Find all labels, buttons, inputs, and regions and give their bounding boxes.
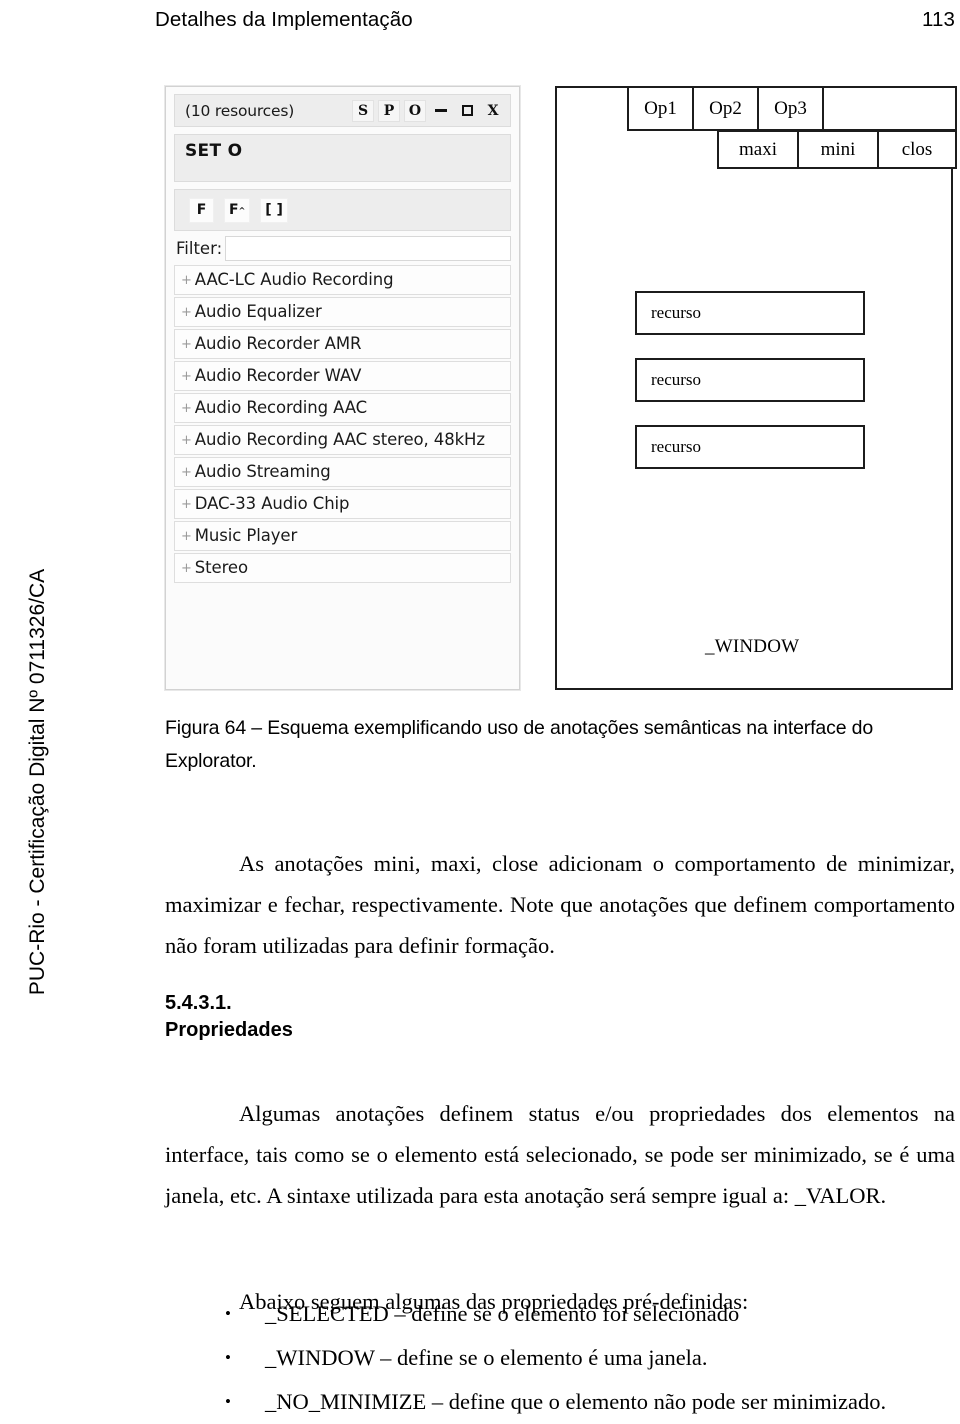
list-item[interactable]: + Audio Recorder WAV xyxy=(174,361,511,391)
option-tab-op3[interactable]: Op3 xyxy=(757,86,824,131)
expand-icon[interactable]: + xyxy=(181,337,195,352)
maximize-icon xyxy=(461,105,473,116)
list-item: • _SELECTED – define se o elemento foi se… xyxy=(165,1292,955,1336)
filter-input[interactable] xyxy=(225,236,511,261)
page-header: Detalhes da Implementação 113 xyxy=(155,8,955,32)
expand-icon[interactable]: + xyxy=(181,529,195,544)
list-item-label: Audio Recording AAC stereo, 48kHz xyxy=(194,430,485,449)
list-item-label: Audio Recorder WAV xyxy=(194,366,362,385)
o-button[interactable]: O xyxy=(404,99,426,122)
annotation-maxi[interactable]: maxi xyxy=(717,130,799,169)
list-item[interactable]: + Stereo xyxy=(174,553,511,583)
resource-box[interactable]: recurso xyxy=(635,425,865,469)
list-item-label: _WINDOW – define se o elemento é uma jan… xyxy=(265,1345,708,1370)
expand-icon[interactable]: + xyxy=(181,465,195,480)
property-bullet-list: • _SELECTED – define se o elemento foi se… xyxy=(165,1292,955,1424)
annotation-schematic: Op1 Op2 Op3 maxi mini clos recurso recur… xyxy=(555,86,957,690)
superscript-marker: ^ xyxy=(238,205,246,215)
expand-icon[interactable]: + xyxy=(181,369,195,384)
list-item-label: Music Player xyxy=(194,526,298,545)
section-heading: 5.4.3.1. Propriedades xyxy=(165,990,293,1044)
section-number: 5.4.3.1. xyxy=(165,992,232,1014)
bullet-icon: • xyxy=(225,1392,231,1411)
page-number: 113 xyxy=(922,8,955,31)
list-item[interactable]: + Audio Recording AAC stereo, 48kHz xyxy=(174,425,511,455)
list-item[interactable]: + Music Player xyxy=(174,521,511,551)
close-button[interactable]: X xyxy=(482,99,504,122)
f-sup-button[interactable]: F ^ xyxy=(224,197,251,223)
list-item: • _NO_MINIMIZE – define que o elemento nã… xyxy=(165,1380,955,1424)
list-item-label: AAC-LC Audio Recording xyxy=(194,270,394,289)
annotation-mini[interactable]: mini xyxy=(797,130,879,169)
expand-icon[interactable]: + xyxy=(181,561,195,576)
s-button[interactable]: S xyxy=(352,99,374,122)
paragraph-properties: Algumas anotações definem status e/ou pr… xyxy=(165,1100,955,1208)
p-button[interactable]: P xyxy=(378,99,400,122)
maximize-button[interactable] xyxy=(456,99,478,122)
app-titlebar: (10 resources) S P O X xyxy=(174,94,511,127)
expand-icon[interactable]: + xyxy=(181,401,195,416)
minimize-button[interactable] xyxy=(430,99,452,122)
option-tab-op2[interactable]: Op2 xyxy=(692,86,759,131)
section-title: Propriedades xyxy=(165,1019,293,1041)
expand-icon[interactable]: + xyxy=(181,497,195,512)
list-item[interactable]: + Audio Recording AAC xyxy=(174,393,511,423)
window-button-group: S P O X xyxy=(352,99,504,122)
paragraph-annotations: As anotações mini, maxi, close adicionam… xyxy=(165,850,955,958)
bullet-icon: • xyxy=(225,1304,231,1323)
list-item[interactable]: + DAC-33 Audio Chip xyxy=(174,489,511,519)
expand-icon[interactable]: + xyxy=(181,273,195,288)
resource-count-label: (10 resources) xyxy=(185,101,295,120)
filter-row: Filter: xyxy=(174,235,511,262)
list-item-label: Stereo xyxy=(194,558,248,577)
expand-icon[interactable]: + xyxy=(181,305,195,320)
list-item: • _WINDOW – define se o elemento é uma ja… xyxy=(165,1336,955,1380)
list-item[interactable]: + AAC-LC Audio Recording xyxy=(174,265,511,295)
minimize-icon xyxy=(435,109,447,112)
resource-list: + AAC-LC Audio Recording + Audio Equalizer… xyxy=(174,265,511,583)
filter-label: Filter: xyxy=(176,239,223,258)
explorator-app-screenshot: (10 resources) S P O X SET O F F ^ [ ] Fi… xyxy=(165,86,520,690)
option-tab-op1[interactable]: Op1 xyxy=(627,86,694,131)
list-item[interactable]: + Audio Equalizer xyxy=(174,297,511,327)
resource-box[interactable]: recurso xyxy=(635,291,865,335)
annotation-clos[interactable]: clos xyxy=(877,130,957,169)
mode-button-bar: F F ^ [ ] xyxy=(174,189,511,231)
figure-64: (10 resources) S P O X SET O F F ^ [ ] Fi… xyxy=(165,86,957,694)
resource-box[interactable]: recurso xyxy=(635,358,865,402)
bullet-icon: • xyxy=(225,1348,231,1367)
window-property-label: _WINDOW xyxy=(705,636,800,657)
list-item-label: _SELECTED – define se o elemento foi sel… xyxy=(265,1301,740,1326)
list-item-label: Audio Recording AAC xyxy=(194,398,368,417)
figure-caption: Figura 64 – Esquema exemplificando uso d… xyxy=(165,717,874,772)
expand-icon[interactable]: + xyxy=(181,433,195,448)
list-item[interactable]: + Audio Recorder AMR xyxy=(174,329,511,359)
list-item-label: DAC-33 Audio Chip xyxy=(194,494,350,513)
brackets-button[interactable]: [ ] xyxy=(260,197,288,223)
set-label: SET O xyxy=(185,141,243,161)
list-item-label: Audio Equalizer xyxy=(194,302,322,321)
puc-rio-certification-stamp: PUC-Rio - Certificação Digital Nº 071132… xyxy=(26,568,49,996)
list-item[interactable]: + Audio Streaming xyxy=(174,457,511,487)
list-item-label: Audio Streaming xyxy=(194,462,331,481)
list-item-label: _NO_MINIMIZE – define que o elemento não… xyxy=(265,1389,887,1414)
f-button[interactable]: F xyxy=(189,197,214,223)
chapter-title: Detalhes da Implementação xyxy=(155,8,413,31)
list-item-label: Audio Recorder AMR xyxy=(194,334,362,353)
option-tab-empty[interactable] xyxy=(822,86,957,131)
set-bar: SET O xyxy=(174,134,511,182)
